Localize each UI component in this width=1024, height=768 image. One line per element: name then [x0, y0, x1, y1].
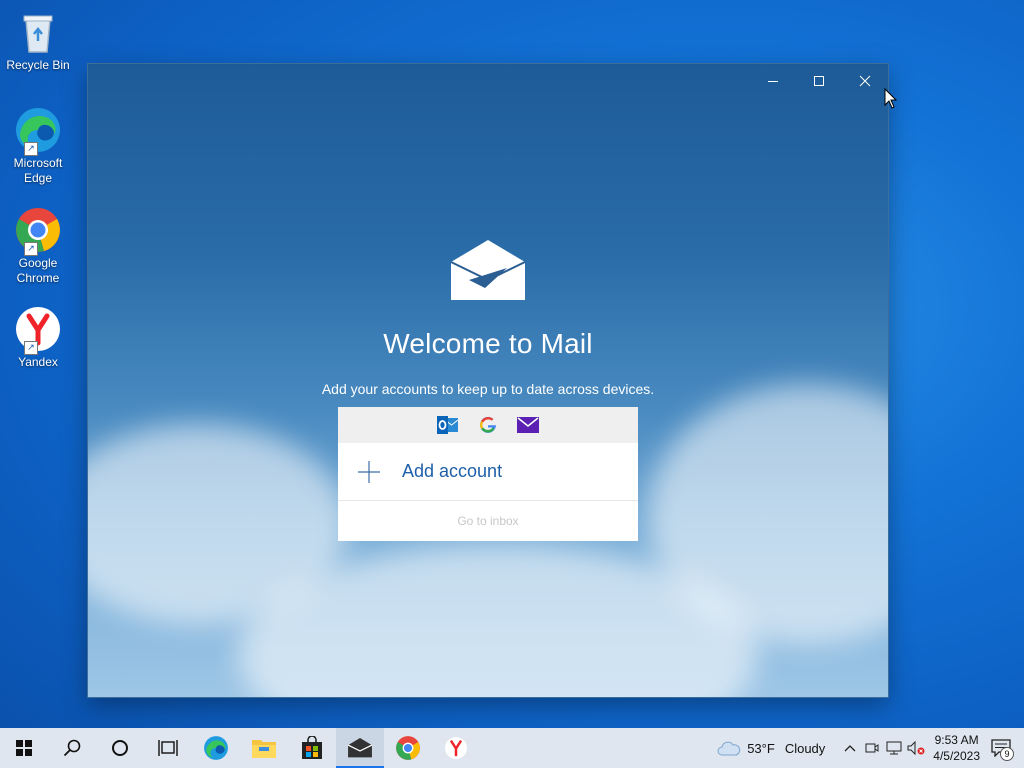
search-icon [63, 739, 81, 757]
yandex-icon: ↗ [14, 305, 62, 355]
chevron-up-icon [844, 745, 856, 752]
show-hidden-icons-button[interactable] [839, 737, 861, 759]
provider-strip [338, 407, 638, 443]
desktop-icon-label: Recycle Bin [6, 58, 70, 72]
weather-widget[interactable]: 53°F Cloudy [717, 740, 825, 756]
account-card: Add account Go to inbox [338, 407, 638, 541]
mouse-cursor-icon [884, 88, 898, 109]
edge-icon: ↗ [14, 106, 62, 156]
taskbar: 53°F Cloudy 9:53 AM 4/5/2023 9 [0, 728, 1024, 768]
yandex-icon [445, 737, 467, 759]
desktop-icon-recycle-bin[interactable]: Recycle Bin [4, 8, 72, 73]
store-icon [302, 736, 322, 759]
go-to-inbox-button[interactable]: Go to inbox [338, 501, 638, 541]
recycle-bin-icon [14, 8, 62, 56]
close-icon [859, 75, 871, 87]
cortana-circle-icon [112, 740, 128, 756]
add-account-button[interactable]: Add account [338, 443, 638, 501]
taskbar-chrome[interactable] [384, 728, 432, 768]
speaker-muted-icon [907, 741, 925, 755]
maximize-icon [814, 76, 824, 86]
yahoo-mail-icon [517, 414, 539, 436]
network-icon[interactable] [883, 737, 905, 759]
shortcut-arrow-icon: ↗ [24, 142, 38, 156]
search-button[interactable] [48, 728, 96, 768]
taskbar-file-explorer[interactable] [240, 728, 288, 768]
windows-logo-icon [16, 740, 32, 756]
task-view-icon [158, 740, 178, 756]
window-controls [750, 64, 888, 98]
folder-icon [252, 740, 276, 758]
clock-time: 9:53 AM [934, 733, 979, 747]
taskbar-mail[interactable] [336, 728, 384, 768]
cloud-icon [717, 741, 741, 756]
desktop-icon-label: Yandex [18, 355, 58, 369]
start-button[interactable] [0, 728, 48, 768]
notifications-button[interactable]: 9 [990, 737, 1014, 761]
taskbar-edge[interactable] [192, 728, 240, 768]
minimize-button[interactable] [750, 64, 796, 98]
monitor-network-icon [886, 741, 902, 755]
clock-date: 4/5/2023 [933, 749, 980, 763]
mail-icon [347, 738, 373, 758]
cortana-button[interactable] [96, 728, 144, 768]
outlook-icon [437, 414, 459, 436]
close-button[interactable] [842, 64, 888, 98]
desktop-icon-yandex[interactable]: ↗ Yandex [4, 305, 72, 370]
desktop-icon-label: Google Chrome [16, 256, 60, 285]
mail-envelope-icon [449, 240, 527, 307]
page-subtitle: Add your accounts to keep up to date acr… [321, 381, 655, 397]
meet-now-icon[interactable] [861, 737, 883, 759]
mail-window: Welcome to Mail Add your accounts to kee… [88, 64, 888, 697]
notification-count: 9 [1000, 747, 1014, 761]
system-tray: 53°F Cloudy 9:53 AM 4/5/2023 9 [717, 728, 1024, 768]
camera-icon [865, 743, 879, 753]
desktop-icon-edge[interactable]: ↗ Microsoft Edge [4, 106, 72, 186]
edge-icon [204, 736, 228, 760]
google-icon [477, 414, 499, 436]
task-view-button[interactable] [144, 728, 192, 768]
weather-temperature: 53°F [747, 740, 775, 756]
add-account-label: Add account [402, 461, 503, 481]
clock[interactable]: 9:53 AM 4/5/2023 [933, 732, 980, 764]
shortcut-arrow-icon: ↗ [24, 341, 38, 355]
page-title: Welcome to Mail [383, 328, 593, 359]
desktop-icon-label: Microsoft Edge [13, 156, 63, 185]
chrome-icon [396, 736, 420, 760]
weather-condition: Cloudy [784, 740, 826, 756]
shortcut-arrow-icon: ↗ [24, 242, 38, 256]
maximize-button[interactable] [796, 64, 842, 98]
taskbar-store[interactable] [288, 728, 336, 768]
volume-muted-icon[interactable] [905, 737, 927, 759]
chrome-icon: ↗ [14, 206, 62, 256]
taskbar-yandex[interactable] [432, 728, 480, 768]
minimize-icon [768, 81, 778, 82]
desktop-icon-chrome[interactable]: ↗ Google Chrome [4, 206, 72, 286]
plus-icon [358, 460, 380, 483]
